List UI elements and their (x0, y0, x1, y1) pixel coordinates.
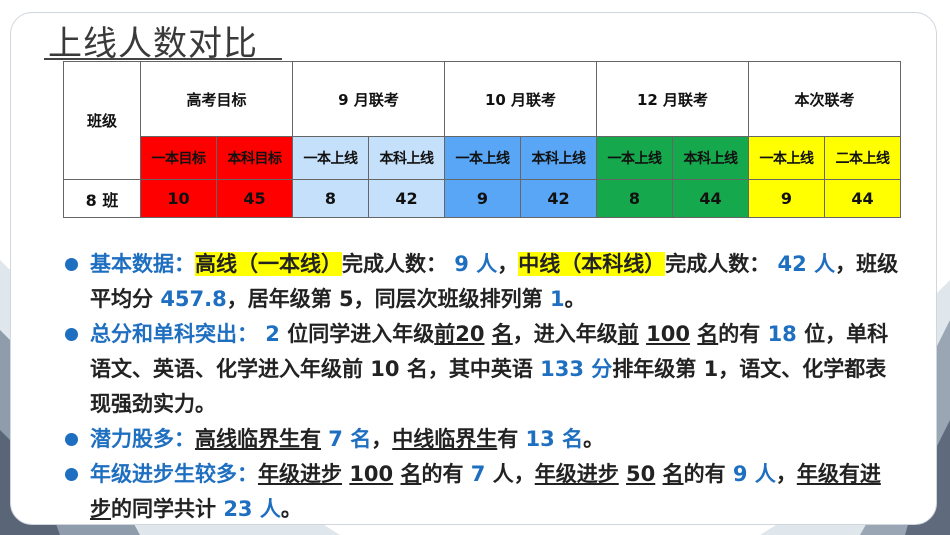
underlined-text: 50 (626, 462, 656, 486)
bullet-text: 有 (497, 427, 526, 451)
underlined-text: 前 (434, 322, 456, 346)
bullet-value: 133 分 (540, 357, 613, 381)
bullet-value: 18 (767, 322, 797, 346)
table-row: 8 班 10 45 8 42 9 42 8 44 9 44 (63, 179, 901, 218)
value-cell: 9 (748, 179, 825, 218)
bullet-label: 年级进步生较多： (90, 462, 258, 486)
bullet-value: 42 人 (770, 252, 836, 276)
scores-table: 班级 高考目标 9 月联考 10 月联考 12 月联考 本次联考 一本目标 本科… (63, 61, 901, 218)
underlined-text: 名 (400, 462, 422, 486)
bullet-text: 的有 (683, 462, 733, 486)
title-underline (44, 58, 282, 60)
bullet-top-scores: 总分和单科突出： 2 位同学进入年级前20 名，进入年级前 100 名的有 18… (60, 317, 900, 422)
underlined-text: 年级进步 (534, 462, 619, 486)
bullet-value: 13 名 (525, 427, 584, 451)
subheader-cell: 本科目标 (216, 136, 293, 180)
bullet-dot-icon (65, 328, 78, 341)
group-header: 本次联考 (748, 61, 901, 137)
bullet-basic-data: 基本数据：高线（一本线）完成人数： 9 人，中线（本科线）完成人数： 42 人，… (60, 247, 900, 317)
bullet-text: 。 (583, 427, 605, 451)
bullet-text: 。 (564, 287, 586, 311)
underlined-text: 高线临界生有 (195, 427, 321, 451)
underlined-text: 名 (662, 462, 684, 486)
bullet-text: 完成人数： (342, 252, 447, 276)
bullet-text: 完成人数： (665, 252, 771, 276)
underlined-text: 名 (491, 322, 513, 346)
bullet-text (655, 462, 662, 486)
bullet-text (619, 462, 626, 486)
highlight-text: 中线（本科线） (518, 252, 666, 276)
bullet-text: 的同学共计 (111, 497, 224, 521)
bullet-list: 基本数据：高线（一本线）完成人数： 9 人，中线（本科线）完成人数： 42 人，… (60, 247, 900, 527)
group-header: 10 月联考 (444, 61, 597, 137)
bullet-label: 基本数据： (90, 252, 195, 276)
bullet-text: ， (497, 252, 519, 276)
value-cell: 10 (140, 179, 217, 218)
table-subheader-row: 一本目标 本科目标 一本上线 本科上线 一本上线 本科上线 一本上线 本科上线 … (64, 136, 901, 180)
bullet-value: 7 (470, 462, 486, 486)
bullet-value: 1 (549, 287, 565, 311)
bullet-value: 9 人 (732, 462, 776, 486)
bullet-potential: 潜力股多：高线临界生有 7 名，中线临界生有 13 名。 (60, 422, 900, 457)
value-cell: 9 (444, 179, 521, 218)
underlined-text: 前 (617, 322, 639, 346)
value-cell: 8 (596, 179, 673, 218)
bullet-text: ， (371, 427, 393, 451)
underlined-text: 100 (646, 322, 690, 346)
group-header: 高考目标 (140, 61, 293, 137)
bullet-dot-icon (65, 258, 78, 271)
table-header-row: 班级 高考目标 9 月联考 10 月联考 12 月联考 本次联考 (63, 61, 901, 180)
bullet-value: 457.8 (160, 287, 227, 311)
subheader-cell: 一本目标 (140, 136, 217, 180)
bullet-value: 7 名 (321, 427, 372, 451)
subheader-cell: 一本上线 (748, 136, 825, 180)
value-cell: 8 (292, 179, 369, 218)
subheader-cell: 一本上线 (292, 136, 369, 180)
underlined-text: 100 (349, 462, 394, 486)
bullet-dot-icon (65, 468, 78, 481)
group-header: 9 月联考 (292, 61, 445, 137)
value-cell: 45 (216, 179, 293, 218)
underlined-text: 20 (455, 322, 485, 346)
value-cell: 42 (368, 179, 445, 218)
subheader-cell: 本科上线 (520, 136, 597, 180)
value-cell: 44 (672, 179, 749, 218)
bullet-text: 人， (485, 462, 535, 486)
bullet-text: ， (775, 462, 797, 486)
underlined-text: 名 (697, 322, 719, 346)
class-header: 班级 (63, 61, 141, 180)
bullet-value: 9 人 (447, 252, 498, 276)
bullet-label: 潜力股多： (90, 427, 195, 451)
subheader-cell: 二本上线 (824, 136, 901, 180)
bullet-progress: 年级进步生较多：年级进步 100 名的有 7 人，年级进步 50 名的有 9 人… (60, 457, 900, 527)
bullet-text: ，进入年级 (512, 322, 618, 346)
bullet-dot-icon (65, 433, 78, 446)
bullet-text: 的有 (718, 322, 768, 346)
bullet-text: ，居年级第 5，同层次班级排列第 (226, 287, 550, 311)
subheader-cell: 一本上线 (596, 136, 673, 180)
value-cell: 42 (520, 179, 597, 218)
group-header: 12 月联考 (596, 61, 749, 137)
subheader-cell: 一本上线 (444, 136, 521, 180)
bullet-value: 2 (258, 322, 288, 346)
highlight-text: 高线（一本线） (195, 252, 342, 276)
bullet-text: 的有 (421, 462, 471, 486)
bullet-text: 位同学进入年级 (287, 322, 435, 346)
bullet-text: 。 (280, 497, 302, 521)
bullet-text (639, 322, 646, 346)
bullet-value: 23 人 (223, 497, 281, 521)
subheader-cell: 本科上线 (672, 136, 749, 180)
row-label: 8 班 (63, 179, 141, 218)
underlined-text: 中线临界生 (392, 427, 498, 451)
subheader-cell: 本科上线 (368, 136, 445, 180)
underlined-text: 年级进步 (258, 462, 342, 486)
bullet-text (484, 322, 491, 346)
value-cell: 44 (824, 179, 901, 218)
bullet-label: 总分和单科突出： (90, 322, 258, 346)
